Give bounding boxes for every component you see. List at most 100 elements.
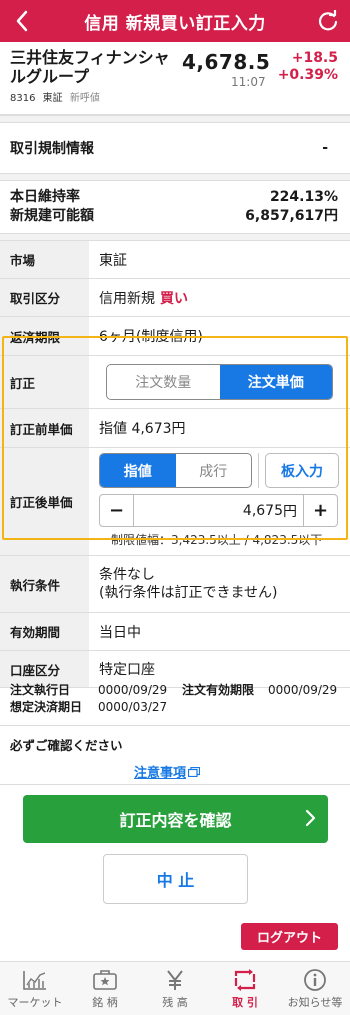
tab-notices-label: お知らせ等 (287, 995, 343, 1009)
price-limit-range: 制限値幅：3,423.5以上 / 4,823.5以下 (111, 533, 323, 547)
change-value: +18.5 (291, 50, 338, 66)
tab-trade[interactable]: 取 引 (210, 962, 280, 1015)
notice-link[interactable]: 注意事項 (134, 762, 201, 781)
logout-button[interactable]: ログアウト (241, 923, 338, 950)
market-row: 市場 東証 (0, 241, 350, 278)
after-price-controls: 指値 成行 板入力 − 4,675 円 + 制限値幅：3,423.5以上 / 4… (89, 448, 350, 555)
divider (0, 233, 350, 241)
external-window-icon (188, 766, 201, 777)
repay-term-value: 6ヶ月(制度信用) (99, 329, 203, 345)
trade-arrows-icon (234, 968, 256, 991)
valid-date-value: 0000/09/29 (268, 683, 338, 697)
stock-code: 8316 (10, 93, 36, 104)
trade-type-label: 取引区分 (0, 279, 89, 316)
valid-date-label: 注文有効期限 (182, 683, 255, 697)
correction-label: 訂正 (0, 356, 89, 408)
tab-stocks[interactable]: 銘 柄 (70, 962, 140, 1015)
divider (0, 115, 350, 123)
divider (0, 784, 350, 785)
after-price-label: 訂正後単価 (0, 448, 89, 555)
price-stepper: − 4,675 円 + (99, 494, 338, 527)
chart-icon (23, 970, 46, 990)
validity-value: 当日中 (99, 624, 141, 641)
price-change: +18.5 +0.39% (278, 50, 338, 84)
order-dates: 注文執行日 0000/09/29 注文有効期限 0000/09/29 想定決済期… (10, 682, 345, 716)
before-price-row: 訂正前単価 指値 4,673円 (0, 408, 350, 447)
before-price-value: 指値 4,673円 (99, 421, 186, 437)
exec-condition-label: 執行条件 (0, 556, 89, 612)
exec-condition-note: (執行条件は訂正できません) (99, 585, 278, 601)
settle-date-value: 0000/03/27 (98, 700, 168, 714)
trade-side-badge: 買い (160, 290, 188, 307)
stock-market: 東証 (42, 93, 63, 104)
validity-row: 有効期間 当日中 (0, 612, 350, 650)
new-position-limit-label: 新規建可能額 (10, 208, 94, 224)
validity-label: 有効期間 (0, 613, 89, 650)
tab-balance[interactable]: 残 高 (140, 962, 210, 1015)
before-price-label: 訂正前単価 (0, 409, 89, 447)
trade-type-row: 取引区分 信用新規 買い (0, 278, 350, 316)
tab-market[interactable]: マーケット (0, 962, 70, 1015)
correction-value: 注文数量 注文単価 (89, 356, 350, 408)
margin-summary: 本日維持率 224.13% 新規建可能額 6,857,617円 (0, 181, 350, 233)
stock-name: 三井住友フィナンシャルグループ (10, 48, 170, 86)
yen-icon (167, 969, 183, 990)
app-header: 信用 新規買い訂正入力 (0, 0, 350, 42)
stock-meta: 8316 東証 新呼値 (10, 89, 340, 104)
price-unit: 円 (283, 503, 297, 520)
confirm-correction-button[interactable]: 訂正内容を確認 (23, 795, 328, 843)
tab-notices[interactable]: お知らせ等 (280, 962, 350, 1015)
order-price-option[interactable]: 注文単価 (219, 365, 332, 399)
stock-price: 4,678.5 (182, 50, 271, 74)
notice-section: 必ずご確認ください 注意事項 (0, 725, 350, 785)
briefcase-star-icon (93, 969, 117, 990)
regulation-row: 取引規制情報 - (0, 123, 350, 173)
repay-term-row: 返済期限 6ヶ月(制度信用) (0, 316, 350, 355)
price-input[interactable]: 4,675 円 (133, 495, 304, 526)
correction-type-toggle: 注文数量 注文単価 (106, 364, 333, 400)
correction-row: 訂正 注文数量 注文単価 (0, 355, 350, 408)
divider (258, 453, 259, 488)
notice-link-text: 注意事項 (134, 766, 187, 781)
regulation-value: - (322, 140, 328, 156)
chevron-right-icon (305, 809, 316, 827)
page-title: 信用 新規買い訂正入力 (84, 13, 266, 34)
regulation-label: 取引規制情報 (10, 141, 94, 157)
price-minus-button[interactable]: − (100, 495, 133, 526)
reload-icon (318, 10, 338, 31)
market-order-option[interactable]: 成行 (176, 454, 252, 487)
maintenance-rate-label: 本日維持率 (10, 189, 80, 205)
tab-market-label: マーケット (7, 995, 63, 1009)
trade-type-value: 信用新規 買い (89, 279, 350, 316)
price-plus-button[interactable]: + (304, 495, 337, 526)
after-price-row: 訂正後単価 指値 成行 板入力 − 4,675 円 + 制限値幅：3,423.5… (0, 447, 350, 555)
repay-term-label: 返済期限 (0, 317, 89, 355)
exec-condition-row: 執行条件 条件なし (執行条件は訂正できません) (0, 555, 350, 612)
back-button[interactable] (0, 0, 44, 42)
board-input-button[interactable]: 板入力 (265, 453, 339, 488)
confirm-correction-label: 訂正内容を確認 (119, 811, 232, 830)
trade-type-text: 信用新規 (99, 290, 155, 307)
divider (0, 173, 350, 181)
new-position-limit-value: 6,857,617円 (245, 208, 338, 224)
chevron-left-icon (16, 10, 28, 32)
bottom-tab-bar: マーケット 銘 柄 残 高 取 引 お知らせ等 (0, 961, 350, 1015)
price-type-toggle: 指値 成行 (99, 453, 252, 488)
reload-button[interactable] (306, 0, 350, 42)
exec-condition-text: 条件なし (99, 567, 155, 583)
market-label: 市場 (0, 241, 89, 278)
exec-date-label: 注文執行日 (10, 683, 71, 697)
market-value: 東証 (99, 252, 127, 269)
cancel-button[interactable]: 中 止 (103, 854, 248, 904)
tab-trade-label: 取 引 (232, 995, 258, 1009)
notice-title: 必ずご確認ください (10, 738, 123, 753)
tab-stocks-label: 銘 柄 (92, 995, 118, 1009)
order-quantity-option[interactable]: 注文数量 (107, 365, 220, 399)
page: 信用 新規買い訂正入力 三井住友フィナンシャルグループ 8316 東証 新呼値 … (0, 0, 350, 1015)
limit-order-option[interactable]: 指値 (100, 454, 176, 487)
exec-date-value: 0000/09/29 (98, 683, 168, 697)
stock-tag: 新呼値 (69, 93, 100, 104)
stock-summary: 三井住友フィナンシャルグループ 8316 東証 新呼値 4,678.5 11:0… (0, 42, 350, 115)
price-input-value: 4,675 (242, 502, 283, 519)
tab-balance-label: 残 高 (162, 995, 188, 1009)
